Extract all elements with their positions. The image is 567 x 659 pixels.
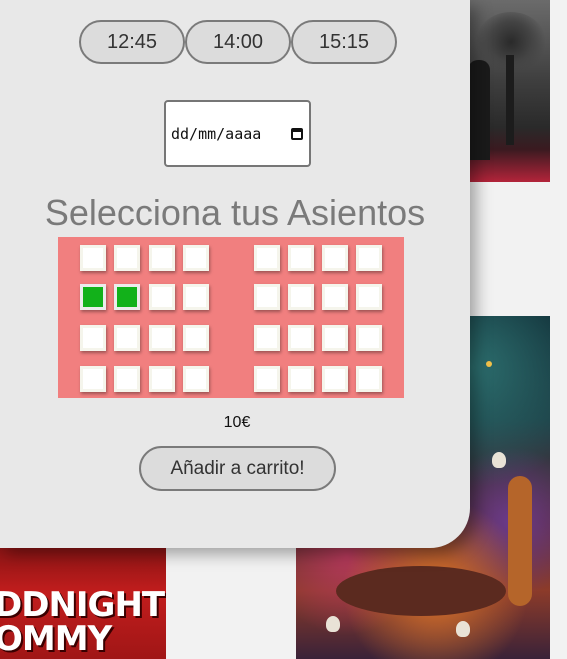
seat-r4-c4[interactable] xyxy=(183,366,209,392)
seat-r3-c5[interactable] xyxy=(254,325,280,351)
poster-skull xyxy=(456,621,470,637)
showtime-list: 12:45 14:00 15:15 xyxy=(79,20,397,64)
showtime-button[interactable]: 14:00 xyxy=(185,20,291,64)
seat-r1-c3[interactable] xyxy=(149,245,175,271)
seat-r1-c8[interactable] xyxy=(356,245,382,271)
date-placeholder: dd/mm/aaaa xyxy=(171,124,262,143)
booking-panel: 12:45 14:00 15:15 dd/mm/aaaa Selecciona … xyxy=(0,0,470,548)
seat-r3-c2[interactable] xyxy=(114,325,140,351)
seat-r3-c1[interactable] xyxy=(80,325,106,351)
movie-poster-red[interactable]: DDNIGHT OMMY xyxy=(0,548,166,659)
movie-poster-tree[interactable] xyxy=(468,0,550,182)
seat-r1-c2[interactable] xyxy=(114,245,140,271)
poster-tree-trunk xyxy=(506,55,514,145)
showtime-button[interactable]: 12:45 xyxy=(79,20,185,64)
showtime-button[interactable]: 15:15 xyxy=(291,20,397,64)
seat-r2-c5[interactable] xyxy=(254,284,280,310)
poster-title-line: DDNIGHT xyxy=(0,585,165,625)
date-input[interactable]: dd/mm/aaaa xyxy=(164,100,311,167)
seat-r2-c3[interactable] xyxy=(149,284,175,310)
seat-r1-c4[interactable] xyxy=(183,245,209,271)
seat-r4-c8[interactable] xyxy=(356,366,382,392)
seat-r1-c6[interactable] xyxy=(288,245,314,271)
seat-section-title: Selecciona tus Asientos xyxy=(44,192,426,233)
price-label: 10€ xyxy=(223,414,251,431)
seat-r3-c8[interactable] xyxy=(356,325,382,351)
poster-platform xyxy=(336,566,506,616)
poster-title-line: OMMY xyxy=(0,619,112,659)
poster-statue xyxy=(468,60,490,160)
poster-skull xyxy=(492,452,506,468)
seat-r3-c4[interactable] xyxy=(183,325,209,351)
add-to-cart-button[interactable]: Añadir a carrito! xyxy=(139,446,336,491)
seat-r3-c3[interactable] xyxy=(149,325,175,351)
poster-guitar xyxy=(508,476,532,606)
seat-r3-c7[interactable] xyxy=(322,325,348,351)
calendar-icon[interactable] xyxy=(291,128,303,140)
seat-r2-c6[interactable] xyxy=(288,284,314,310)
poster-skull xyxy=(326,616,340,632)
seat-r3-c6[interactable] xyxy=(288,325,314,351)
seat-r4-c1[interactable] xyxy=(80,366,106,392)
poster-lamp xyxy=(486,361,492,367)
seat-r2-c4[interactable] xyxy=(183,284,209,310)
seat-r4-c2[interactable] xyxy=(114,366,140,392)
seat-r1-c1[interactable] xyxy=(80,245,106,271)
seat-r1-c7[interactable] xyxy=(322,245,348,271)
seat-r2-c7[interactable] xyxy=(322,284,348,310)
seat-r4-c6[interactable] xyxy=(288,366,314,392)
seat-r1-c5[interactable] xyxy=(254,245,280,271)
poster-title-text: DDNIGHT OMMY xyxy=(0,585,165,659)
seat-r2-c1[interactable] xyxy=(80,284,106,310)
seat-r4-c3[interactable] xyxy=(149,366,175,392)
seat-r2-c8[interactable] xyxy=(356,284,382,310)
seat-map xyxy=(58,237,404,398)
seat-r4-c7[interactable] xyxy=(322,366,348,392)
seat-r2-c2[interactable] xyxy=(114,284,140,310)
seat-r4-c5[interactable] xyxy=(254,366,280,392)
